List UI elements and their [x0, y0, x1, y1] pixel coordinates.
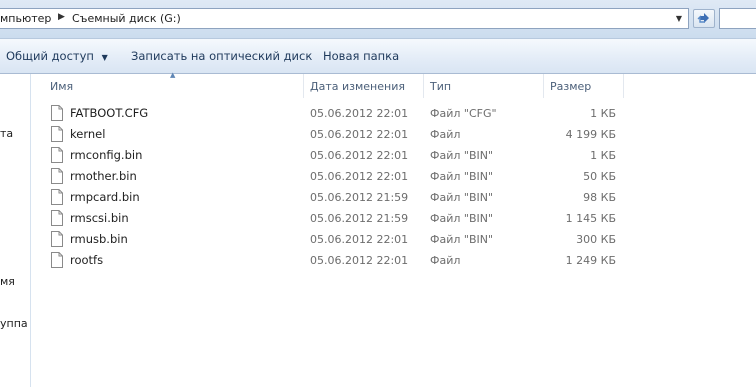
file-name: FATBOOT.CFG — [70, 106, 149, 120]
file-type: Файл "BIN" — [430, 191, 494, 204]
file-name: rmconfig.bin — [70, 148, 143, 162]
file-name: rmother.bin — [70, 169, 137, 183]
share-menu-button[interactable]: Общий доступ ▼ — [6, 49, 108, 63]
column-header-size[interactable]: Размер — [544, 74, 624, 98]
file-name: kernel — [70, 127, 106, 141]
file-size: 1 КБ — [590, 149, 616, 162]
chevron-down-icon[interactable]: ▼ — [672, 11, 686, 26]
file-icon — [51, 147, 63, 163]
refresh-icon — [697, 13, 709, 23]
file-date: 05.06.2012 22:01 — [310, 233, 409, 246]
file-type: Файл "BIN" — [430, 149, 494, 162]
file-date: 05.06.2012 22:01 — [310, 170, 409, 183]
file-size: 1 КБ — [590, 107, 616, 120]
file-type: Файл — [430, 128, 461, 141]
file-size: 50 КБ — [583, 170, 616, 183]
file-date: 05.06.2012 22:01 — [310, 149, 409, 162]
file-date: 05.06.2012 21:59 — [310, 191, 409, 204]
file-icon — [51, 210, 63, 226]
file-type: Файл "CFG" — [430, 107, 497, 120]
nav-item-fragment[interactable]: уппа — [0, 317, 28, 330]
file-size: 1 249 КБ — [565, 254, 616, 267]
column-header-type[interactable]: Тип — [424, 74, 544, 98]
file-icon — [51, 252, 63, 268]
column-header-name[interactable]: Имя — [44, 74, 304, 98]
file-date: 05.06.2012 22:01 — [310, 128, 409, 141]
file-icon — [51, 168, 63, 184]
address-bar[interactable]: мпьютер ▶ Съемный диск (G:) ▼ — [0, 8, 689, 29]
new-folder-button[interactable]: Новая папка — [323, 49, 399, 63]
column-header-date-label: Дата изменения — [310, 80, 405, 93]
chevron-right-icon[interactable]: ▶ — [58, 12, 65, 22]
file-row[interactable]: rootfs 05.06.2012 22:01 Файл 1 249 КБ — [44, 250, 636, 271]
column-header-date[interactable]: Дата изменения — [304, 74, 424, 98]
nav-item-fragment[interactable]: та — [0, 127, 13, 140]
file-icon — [51, 126, 63, 142]
file-name: rmusb.bin — [70, 232, 128, 246]
burn-to-disc-button[interactable]: Записать на оптический диск — [131, 49, 312, 63]
chevron-down-icon: ▼ — [101, 53, 108, 62]
refresh-button[interactable] — [693, 9, 715, 28]
file-name: rmscsi.bin — [70, 211, 129, 225]
file-type: Файл "BIN" — [430, 233, 494, 246]
file-size: 1 145 КБ — [565, 212, 616, 225]
file-row[interactable]: rmconfig.bin 05.06.2012 22:01 Файл "BIN"… — [44, 145, 636, 166]
file-size: 300 КБ — [576, 233, 616, 246]
breadcrumb-computer[interactable]: мпьютер — [0, 12, 51, 25]
file-size: 98 КБ — [583, 191, 616, 204]
file-icon — [51, 231, 63, 247]
file-name: rmpcard.bin — [70, 190, 140, 204]
file-size: 4 199 КБ — [565, 128, 616, 141]
column-header-type-label: Тип — [430, 80, 452, 93]
address-bar-strip: мпьютер ▶ Съемный диск (G:) ▼ — [0, 0, 756, 39]
file-row[interactable]: rmother.bin 05.06.2012 22:01 Файл "BIN" … — [44, 166, 636, 187]
search-input[interactable] — [719, 8, 756, 29]
file-icon — [51, 105, 63, 121]
file-date: 05.06.2012 21:59 — [310, 212, 409, 225]
file-date: 05.06.2012 22:01 — [310, 107, 409, 120]
file-row[interactable]: rmusb.bin 05.06.2012 22:01 Файл "BIN" 30… — [44, 229, 636, 250]
navigation-pane[interactable]: та мя уппа — [0, 74, 31, 387]
command-bar: Общий доступ ▼ Записать на оптический ди… — [0, 39, 756, 74]
file-type: Файл "BIN" — [430, 212, 494, 225]
file-icon — [51, 189, 63, 205]
file-row[interactable]: rmpcard.bin 05.06.2012 21:59 Файл "BIN" … — [44, 187, 636, 208]
file-name: rootfs — [70, 253, 104, 267]
column-header-name-label: Имя — [50, 80, 74, 93]
file-row[interactable]: FATBOOT.CFG 05.06.2012 22:01 Файл "CFG" … — [44, 103, 636, 124]
breadcrumb-current-drive[interactable]: Съемный диск (G:) — [72, 12, 181, 25]
file-row[interactable]: rmscsi.bin 05.06.2012 21:59 Файл "BIN" 1… — [44, 208, 636, 229]
file-row[interactable]: kernel 05.06.2012 22:01 Файл 4 199 КБ — [44, 124, 636, 145]
share-label: Общий доступ — [6, 49, 94, 63]
file-type: Файл "BIN" — [430, 170, 494, 183]
file-type: Файл — [430, 254, 461, 267]
nav-item-fragment[interactable]: мя — [0, 275, 15, 288]
column-header-size-label: Размер — [550, 80, 592, 93]
file-date: 05.06.2012 22:01 — [310, 254, 409, 267]
